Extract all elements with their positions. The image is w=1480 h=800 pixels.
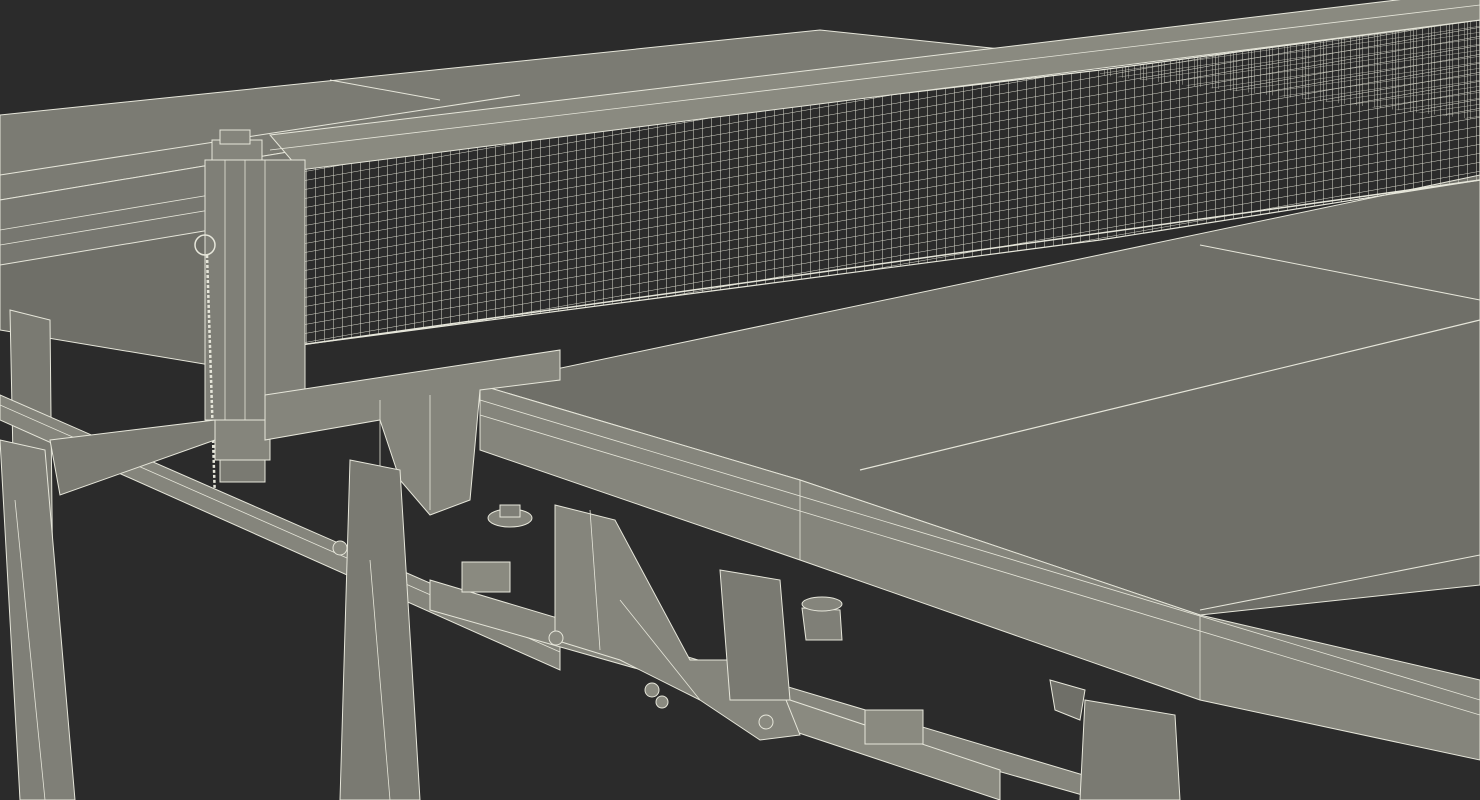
wireframe-scene [0, 0, 1480, 800]
render-viewport [0, 0, 1480, 800]
